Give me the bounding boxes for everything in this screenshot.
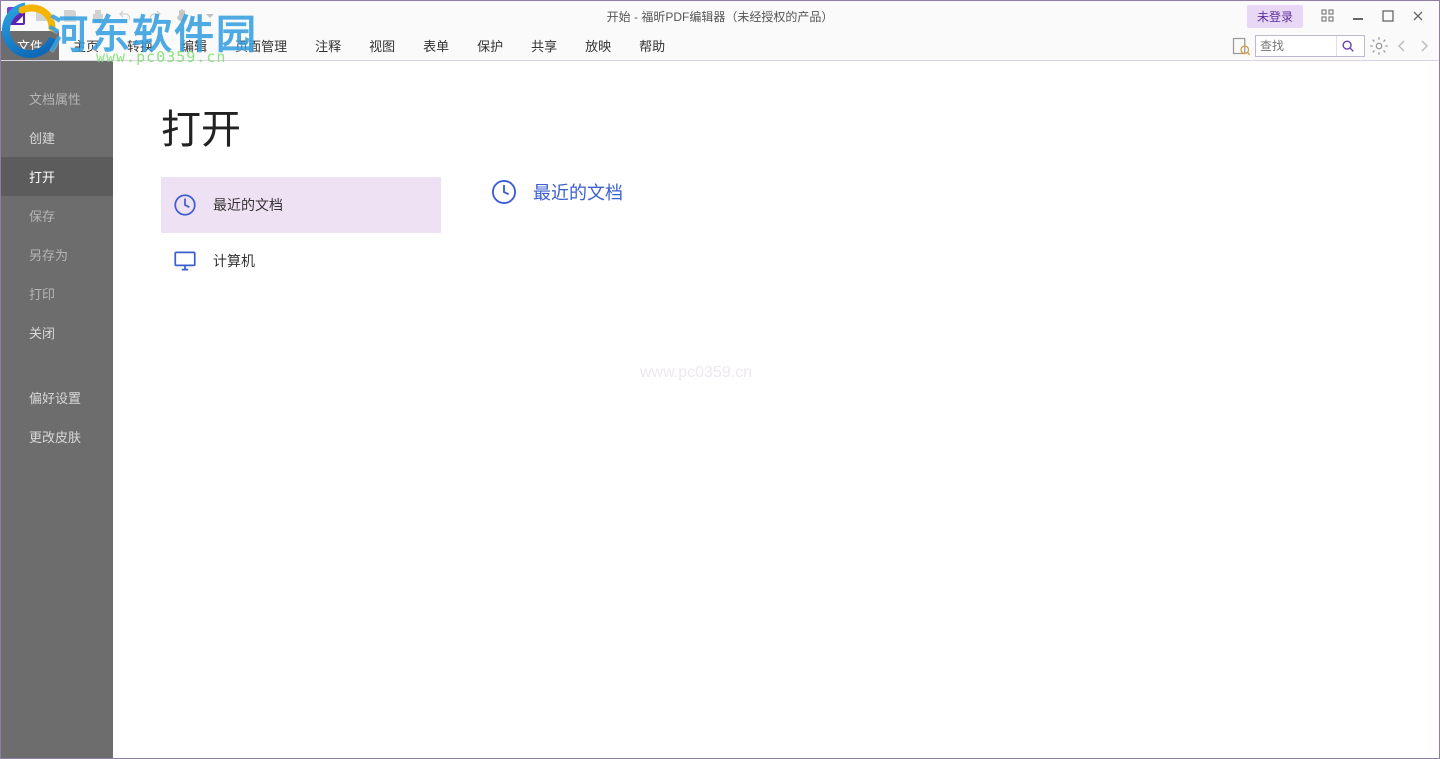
sidebar-item-close[interactable]: 关闭 [1,313,113,352]
open-locations: 最近的文档 计算机 [161,177,441,289]
qat-save-icon[interactable] [59,5,81,27]
sidebar-item-open[interactable]: 打开 [1,157,113,196]
sidebar-item-create[interactable]: 创建 [1,118,113,157]
minimize-icon[interactable] [1343,5,1373,27]
qat-print-icon[interactable] [87,5,109,27]
maximize-icon[interactable] [1373,5,1403,27]
tab-protect[interactable]: 保护 [463,31,517,60]
location-recent[interactable]: 最近的文档 [161,177,441,233]
search-icon[interactable] [1336,36,1358,56]
gear-icon[interactable] [1369,36,1389,56]
computer-icon [171,247,199,275]
qat-redo-icon[interactable] [143,5,165,27]
nav-prev-icon[interactable] [1393,36,1411,56]
close-icon[interactable] [1403,5,1433,27]
clock-icon [489,177,519,207]
tab-slideshow[interactable]: 放映 [571,31,625,60]
recent-docs-title: 最近的文档 [533,179,623,205]
backstage-sidebar: 文档属性 创建 打开 保存 另存为 打印 关闭 偏好设置 更改皮肤 [1,61,113,758]
tab-home[interactable]: 主页 [59,31,113,60]
location-label: 计算机 [213,251,255,271]
tab-convert[interactable]: 转换 [113,31,167,60]
sidebar-item-save-as[interactable]: 另存为 [1,235,113,274]
sidebar-item-skin[interactable]: 更改皮肤 [1,417,113,456]
sidebar-item-doc-props[interactable]: 文档属性 [1,79,113,118]
tab-help[interactable]: 帮助 [625,31,679,60]
sidebar-item-save[interactable]: 保存 [1,196,113,235]
location-computer[interactable]: 计算机 [161,233,441,289]
login-button[interactable]: 未登录 [1247,5,1303,28]
tab-edit[interactable]: 编辑 [167,31,221,60]
ribbon: 文件 主页 转换 编辑 页面管理 注释 视图 表单 保护 共享 放映 帮助 [1,31,1439,61]
search-box[interactable] [1255,35,1365,57]
page-title: 打开 [161,97,1439,155]
tab-file[interactable]: 文件 [1,31,59,60]
sidebar-item-print[interactable]: 打印 [1,274,113,313]
app-icon [7,7,25,25]
tab-view[interactable]: 视图 [355,31,409,60]
qat-hand-icon[interactable] [171,5,193,27]
backstage-content: 打开 最近的文档 计算机 [113,61,1439,758]
search-input[interactable] [1256,39,1336,53]
search-in-doc-icon[interactable] [1231,36,1251,56]
recent-docs-header: 最近的文档 [489,177,623,207]
qat-dropdown-icon[interactable] [199,5,221,27]
tab-share[interactable]: 共享 [517,31,571,60]
tab-annotate[interactable]: 注释 [301,31,355,60]
nav-next-icon[interactable] [1415,36,1433,56]
ribbon-options-icon[interactable] [1313,5,1343,27]
clock-icon [171,191,199,219]
tab-form[interactable]: 表单 [409,31,463,60]
qat-undo-icon[interactable] [115,5,137,27]
qat-open-icon[interactable] [31,5,53,27]
sidebar-item-preferences[interactable]: 偏好设置 [1,378,113,417]
titlebar: 开始 - 福昕PDF编辑器（未经授权的产品） 未登录 [1,1,1439,31]
tab-page-manage[interactable]: 页面管理 [221,31,301,60]
location-label: 最近的文档 [213,195,283,215]
